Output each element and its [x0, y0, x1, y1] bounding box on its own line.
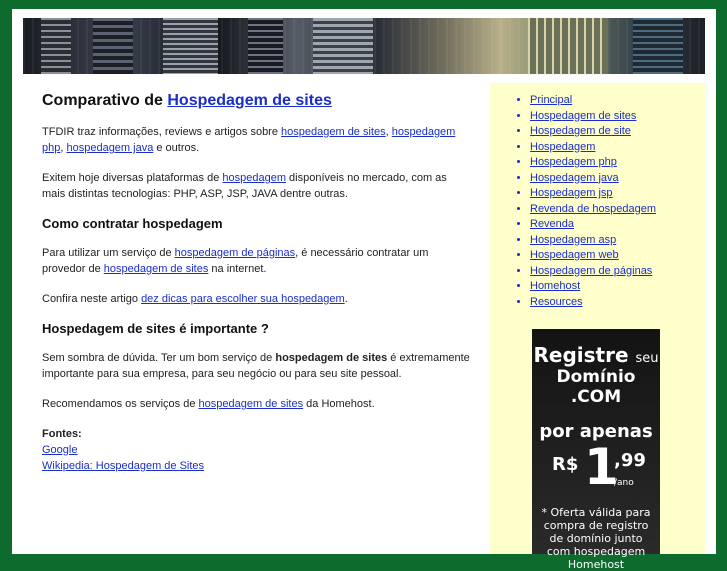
- sidebar: Principal Hospedagem de sites Hospedagem…: [490, 83, 705, 571]
- ad-registre-text: Registre: [533, 343, 629, 367]
- server-rack-image: [633, 18, 683, 74]
- sidebar-item: Principal: [530, 93, 656, 109]
- sidebar-item: Hospedagem php: [530, 155, 656, 171]
- recomendamos-paragraph: Recomendamos os serviços de hospedagem d…: [42, 396, 472, 412]
- sidebar-item: Hospedagem: [530, 140, 656, 156]
- sidebar-item: Revenda de hospedagem: [530, 202, 656, 218]
- ad-headline: Registre seu: [532, 343, 660, 367]
- header-banner-image: [23, 18, 705, 74]
- sidebar-item: Hospedagem java: [530, 171, 656, 187]
- link-hospedagem-de-paginas[interactable]: hospedagem de páginas: [175, 247, 295, 259]
- text: Para utilizar um serviço de: [42, 247, 175, 259]
- sidebar-item: Hospedagem de páginas: [530, 264, 656, 280]
- text: e outros.: [153, 142, 200, 154]
- sidebar-link-hospedagem-web[interactable]: Hospedagem web: [530, 249, 619, 261]
- sidebar-link-revenda-de-hospedagem[interactable]: Revenda de hospedagem: [530, 203, 656, 215]
- text: na internet.: [208, 263, 267, 275]
- sidebar-link-hospedagem-asp[interactable]: Hospedagem asp: [530, 234, 616, 246]
- ad-price-period: /ano: [614, 478, 634, 488]
- sidebar-link-hospedagem[interactable]: Hospedagem: [530, 141, 595, 153]
- server-rack-image: [93, 18, 133, 74]
- text: da Homehost.: [303, 398, 375, 410]
- sidebar-link-hospedagem-de-sites[interactable]: Hospedagem de sites: [530, 110, 636, 122]
- sidebar-item: Hospedagem de sites: [530, 109, 656, 125]
- main-content: Comparativo de Hospedagem de sites TFDIR…: [42, 92, 472, 488]
- server-rack-image: [313, 18, 373, 74]
- sidebar-link-resources[interactable]: Resources: [530, 296, 583, 308]
- sidebar-link-principal[interactable]: Principal: [530, 94, 572, 106]
- sidebar-item: Resources: [530, 295, 656, 311]
- ad-seu-text: seu: [635, 351, 659, 366]
- page-title-text: Comparativo de: [42, 92, 168, 109]
- ad-dominio-text: Domínio .COM: [556, 367, 636, 407]
- sidebar-link-revenda[interactable]: Revenda: [530, 218, 574, 230]
- importante-paragraph: Sem sombra de dúvida. Ter um bom serviço…: [42, 350, 472, 382]
- fontes-block: Fontes: Google Wikipedia: Hospedagem de Si…: [42, 426, 472, 474]
- link-hospedagem-java[interactable]: hospedagem java: [66, 142, 153, 154]
- dicas-paragraph: Confira neste artigo dez dicas para esco…: [42, 291, 472, 307]
- text: Recomendamos os serviços de: [42, 398, 199, 410]
- platforms-paragraph: Exitem hoje diversas plataformas de hosp…: [42, 170, 472, 202]
- sidebar-item: Revenda: [530, 217, 656, 233]
- server-rack-image: [248, 18, 283, 74]
- link-hospedagem-de-sites[interactable]: hospedagem de sites: [104, 263, 209, 275]
- sidebar-link-hospedagem-java[interactable]: Hospedagem java: [530, 172, 619, 184]
- text: Sem sombra de dúvida. Ter um bom serviço…: [42, 352, 276, 364]
- text: .: [344, 293, 348, 305]
- sidebar-link-hospedagem-de-site[interactable]: Hospedagem de site: [530, 125, 631, 137]
- sidebar-link-hospedagem-jsp[interactable]: Hospedagem jsp: [530, 187, 613, 199]
- page-frame: Comparativo de Hospedagem de sites TFDIR…: [12, 9, 716, 571]
- sidebar-item: Hospedagem web: [530, 248, 656, 264]
- fontes-label: Fontes:: [42, 428, 82, 440]
- link-dez-dicas[interactable]: dez dicas para escolher sua hospedagem: [141, 293, 345, 305]
- section-heading-importante: Hospedagem de sites é importante ?: [42, 321, 269, 336]
- sidebar-link-hospedagem-php[interactable]: Hospedagem php: [530, 156, 617, 168]
- text: Exitem hoje diversas plataformas de: [42, 172, 223, 184]
- page-title: Comparativo de Hospedagem de sites: [42, 92, 472, 110]
- link-hospedagem[interactable]: hospedagem: [222, 172, 286, 184]
- server-rack-image: [163, 18, 218, 74]
- sidebar-item: Hospedagem de site: [530, 124, 656, 140]
- domain-registration-ad-banner[interactable]: Registre seu Domínio .COM por apenas R$ …: [532, 329, 660, 571]
- ad-price: R$ 1 ,99 /ano: [532, 438, 660, 496]
- fonte-link-google[interactable]: Google: [42, 444, 77, 456]
- server-rack-image: [41, 18, 71, 74]
- ad-currency: R$: [552, 454, 579, 475]
- network-cables-image: [528, 18, 608, 74]
- link-hospedagem-de-sites[interactable]: hospedagem de sites: [199, 398, 304, 410]
- sidebar-link-homehost[interactable]: Homehost: [530, 280, 580, 292]
- fonte-link-wikipedia[interactable]: Wikipedia: Hospedagem de Sites: [42, 460, 204, 472]
- sidebar-item: Homehost: [530, 279, 656, 295]
- link-hospedagem-de-sites[interactable]: hospedagem de sites: [281, 126, 386, 138]
- ad-price-cents: ,99: [614, 450, 646, 471]
- contratar-paragraph: Para utilizar um serviço de hospedagem d…: [42, 245, 472, 277]
- text: Confira neste artigo: [42, 293, 142, 305]
- section-heading-como-contratar: Como contratar hospedagem: [42, 216, 223, 231]
- title-link-hospedagem-de-sites[interactable]: Hospedagem de sites: [167, 92, 332, 109]
- text: TFDIR traz informações, reviews e artigo…: [42, 126, 282, 138]
- sidebar-nav-list: Principal Hospedagem de sites Hospedagem…: [530, 93, 656, 310]
- ad-offer-note: * Oferta válida para compra de registro …: [541, 506, 651, 571]
- bold-text: hospedagem de sites: [275, 352, 388, 364]
- intro-paragraph: TFDIR traz informações, reviews e artigo…: [42, 124, 472, 156]
- sidebar-link-hospedagem-de-paginas[interactable]: Hospedagem de páginas: [530, 265, 652, 277]
- sidebar-item: Hospedagem asp: [530, 233, 656, 249]
- sidebar-item: Hospedagem jsp: [530, 186, 656, 202]
